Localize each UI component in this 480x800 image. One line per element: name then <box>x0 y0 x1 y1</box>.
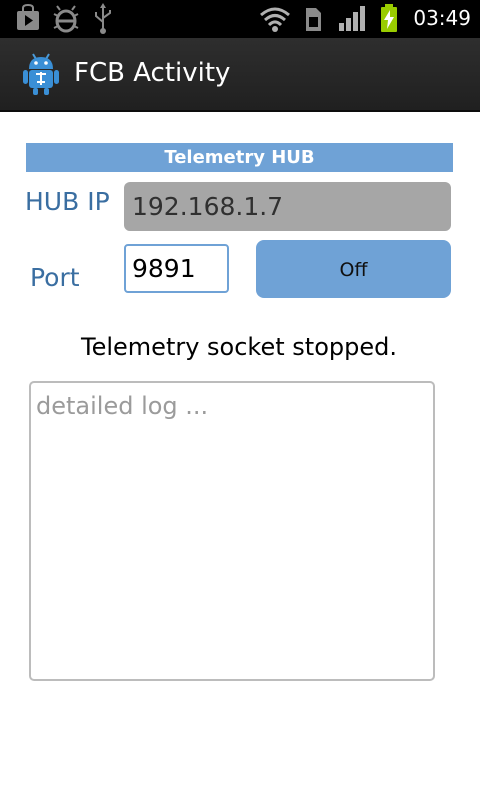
port-label: Port <box>30 263 80 292</box>
port-field[interactable]: 9891 <box>124 244 229 293</box>
usb-icon <box>95 3 111 34</box>
telemetry-toggle-button[interactable]: Off <box>256 240 451 298</box>
status-bar: 03:49 <box>0 0 480 38</box>
clock: 03:49 <box>413 6 471 30</box>
hub-ip-label: HUB IP <box>25 187 110 216</box>
wifi-icon <box>260 7 290 32</box>
android-app-icon <box>23 53 59 95</box>
app-bar: FCB Activity <box>0 38 480 112</box>
signal-bars-icon <box>339 6 365 31</box>
app-title: FCB Activity <box>74 58 231 88</box>
battery-charging-icon <box>381 4 397 32</box>
section-header: Telemetry HUB <box>26 143 453 172</box>
play-store-notification-icon <box>17 3 39 30</box>
log-placeholder: detailed log ... <box>36 392 209 420</box>
detailed-log-textarea[interactable]: detailed log ... <box>29 381 435 681</box>
sim-card-icon <box>306 8 321 31</box>
status-message: Telemetry socket stopped. <box>81 333 397 361</box>
debug-bug-icon <box>53 5 79 33</box>
hub-ip-field[interactable]: 192.168.1.7 <box>124 182 451 231</box>
